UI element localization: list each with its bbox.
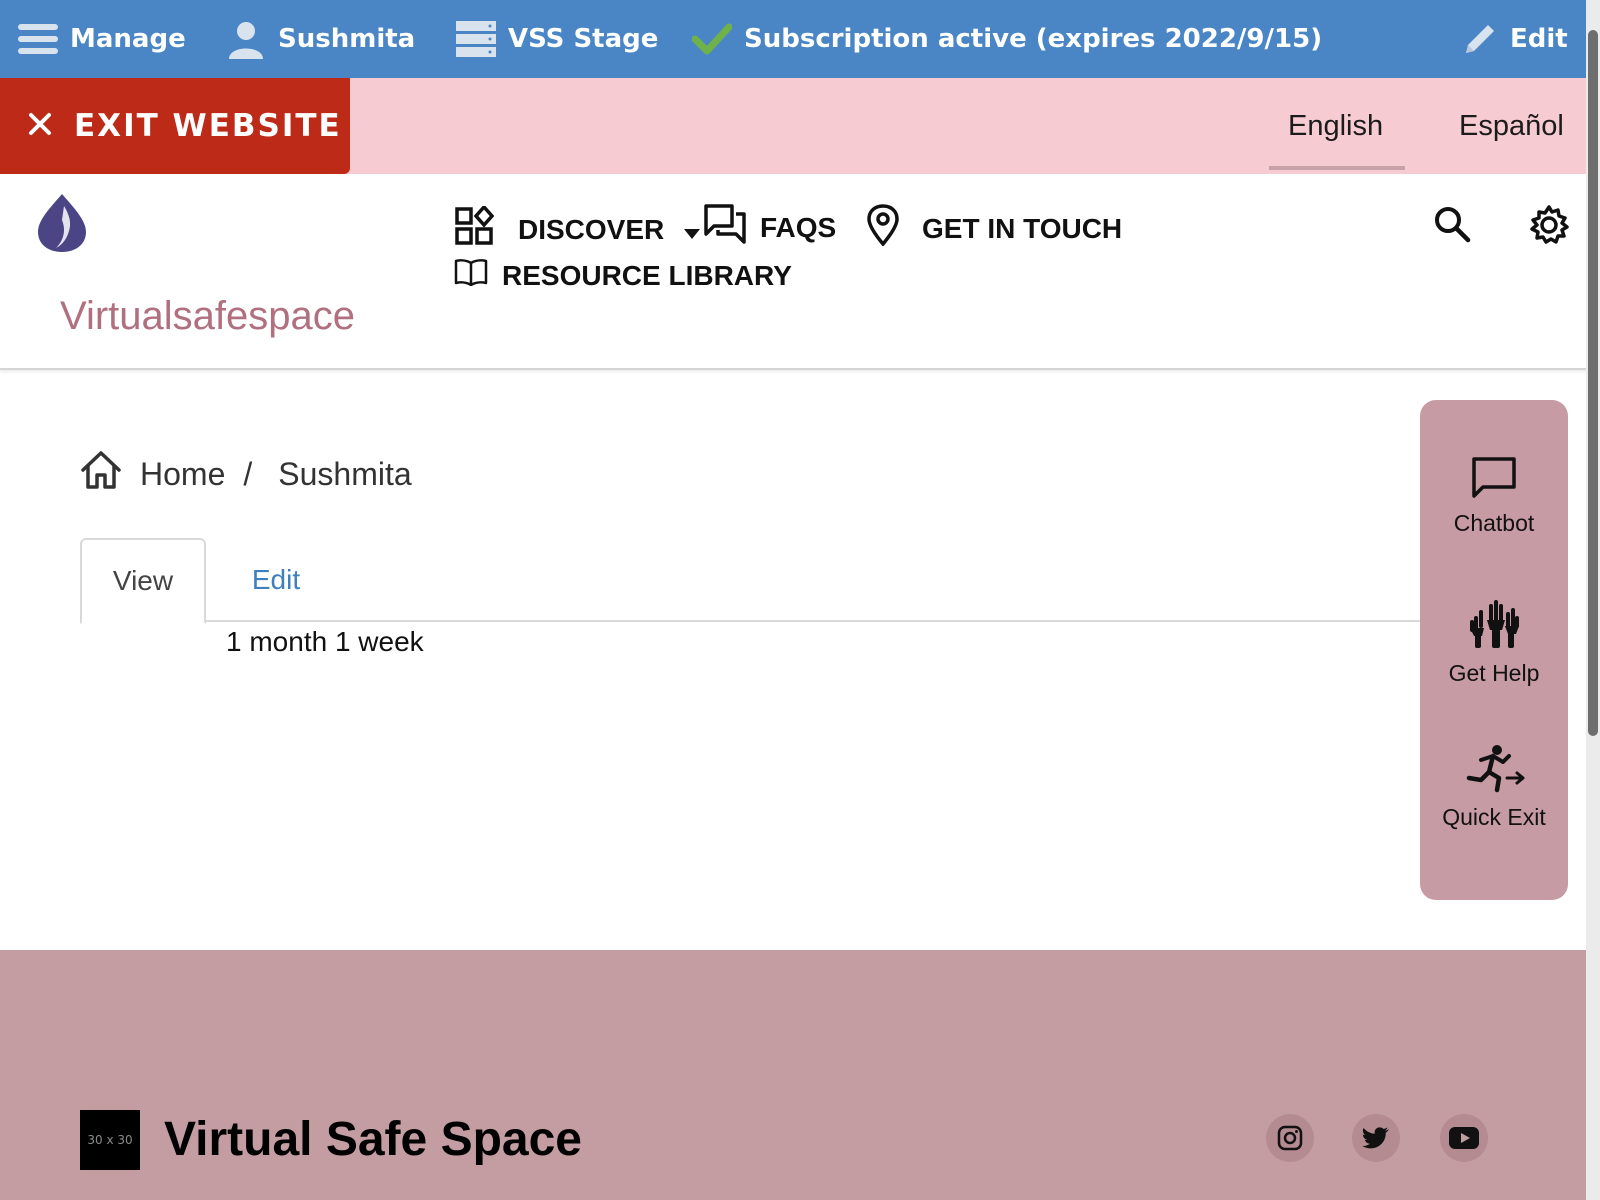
nav-discover-label: DISCOVER [518, 213, 665, 245]
manage-button[interactable]: Manage [18, 0, 186, 78]
site-logo[interactable] [34, 192, 90, 259]
running-exit-icon [1466, 745, 1525, 793]
admin-toolbar: Manage Sushmita VSS Stage Subscription a… [0, 0, 1600, 78]
page-scrollbar[interactable] [1586, 0, 1600, 1200]
nav-discover[interactable]: DISCOVER [454, 204, 701, 253]
nav-resource-library[interactable]: RESOURCE LIBRARY [454, 258, 792, 293]
breadcrumb-current: Sushmita [278, 455, 412, 492]
chat-bubbles-icon [704, 204, 746, 251]
footer-logo[interactable]: 30 x 30 [80, 1110, 140, 1170]
user-name: Sushmita [278, 24, 416, 54]
get-help-button[interactable]: Get Help [1420, 600, 1568, 687]
grid-apps-icon [454, 204, 495, 253]
twitter-link[interactable] [1352, 1114, 1400, 1162]
scrollbar-thumb[interactable] [1588, 30, 1598, 736]
chatbot-label: Chatbot [1453, 510, 1535, 536]
book-icon [454, 258, 488, 293]
active-language-indicator [1269, 166, 1405, 170]
language-bar: EXIT WEBSITE English Español [0, 78, 1600, 174]
tab-view[interactable]: View [80, 538, 206, 624]
nav-faqs-label: FAQS [760, 211, 837, 243]
instagram-icon [1277, 1125, 1303, 1151]
home-icon [80, 450, 122, 498]
user-account-button[interactable]: Sushmita [226, 0, 415, 78]
youtube-icon [1449, 1127, 1479, 1149]
quick-exit-button[interactable]: Quick Exit [1420, 744, 1568, 831]
raised-hands-icon [1470, 600, 1519, 648]
hamburger-menu-icon [18, 22, 58, 56]
location-pin-icon [866, 204, 900, 253]
breadcrumb-separator: / [243, 455, 253, 492]
edit-mode-label: Edit [1510, 24, 1568, 54]
local-tabs: View Edit [80, 538, 1420, 624]
chat-icon [1472, 457, 1516, 498]
caret-down-icon [684, 214, 701, 246]
language-espanol[interactable]: Español [1459, 78, 1564, 174]
quick-exit-label: Quick Exit [1442, 804, 1546, 830]
nav-resource-library-label: RESOURCE LIBRARY [502, 259, 792, 291]
close-icon [28, 108, 52, 144]
site-stage-label: VSS Stage [508, 24, 659, 54]
nav-get-in-touch-label: GET IN TOUCH [922, 212, 1123, 244]
site-header: Virtualsafespace DISCOVER FAQS GET IN TO… [0, 174, 1600, 370]
subscription-status[interactable]: Subscription active (expires 2022/9/15) [692, 0, 1322, 78]
nav-faqs[interactable]: FAQS [704, 204, 836, 251]
footer-title: Virtual Safe Space [164, 1113, 582, 1166]
user-icon [226, 19, 266, 59]
search-icon [1435, 207, 1471, 243]
server-icon [456, 21, 496, 57]
site-footer: 30 x 30 Virtual Safe Space [0, 950, 1586, 1200]
get-help-label: Get Help [1448, 660, 1540, 686]
side-panel: Chatbot Get Help Quick Exit [1420, 400, 1568, 900]
twitter-icon [1362, 1127, 1389, 1149]
youtube-link[interactable] [1440, 1114, 1488, 1162]
manage-label: Manage [70, 24, 186, 54]
instagram-link[interactable] [1266, 1114, 1314, 1162]
gear-icon [1530, 205, 1569, 244]
settings-button[interactable] [1528, 204, 1570, 251]
language-english[interactable]: English [1288, 78, 1383, 174]
subscription-label: Subscription active (expires 2022/9/15) [744, 24, 1323, 54]
edit-mode-button[interactable]: Edit [1462, 0, 1568, 78]
breadcrumb: Home / Sushmita [80, 450, 412, 498]
member-duration: 1 month 1 week [226, 626, 424, 657]
pencil-icon [1462, 21, 1498, 57]
search-button[interactable] [1432, 204, 1472, 249]
exit-website-label: EXIT WEBSITE [74, 108, 342, 144]
nav-get-in-touch[interactable]: GET IN TOUCH [866, 204, 1122, 253]
site-name[interactable]: Virtualsafespace [60, 294, 355, 339]
chatbot-button[interactable]: Chatbot [1420, 456, 1568, 537]
drop-logo-icon [38, 194, 86, 252]
exit-website-button[interactable]: EXIT WEBSITE [0, 78, 350, 174]
breadcrumb-home[interactable]: Home [140, 456, 225, 493]
site-stage-button[interactable]: VSS Stage [456, 0, 658, 78]
checkmark-icon [692, 23, 732, 55]
tab-edit[interactable]: Edit [236, 538, 316, 622]
